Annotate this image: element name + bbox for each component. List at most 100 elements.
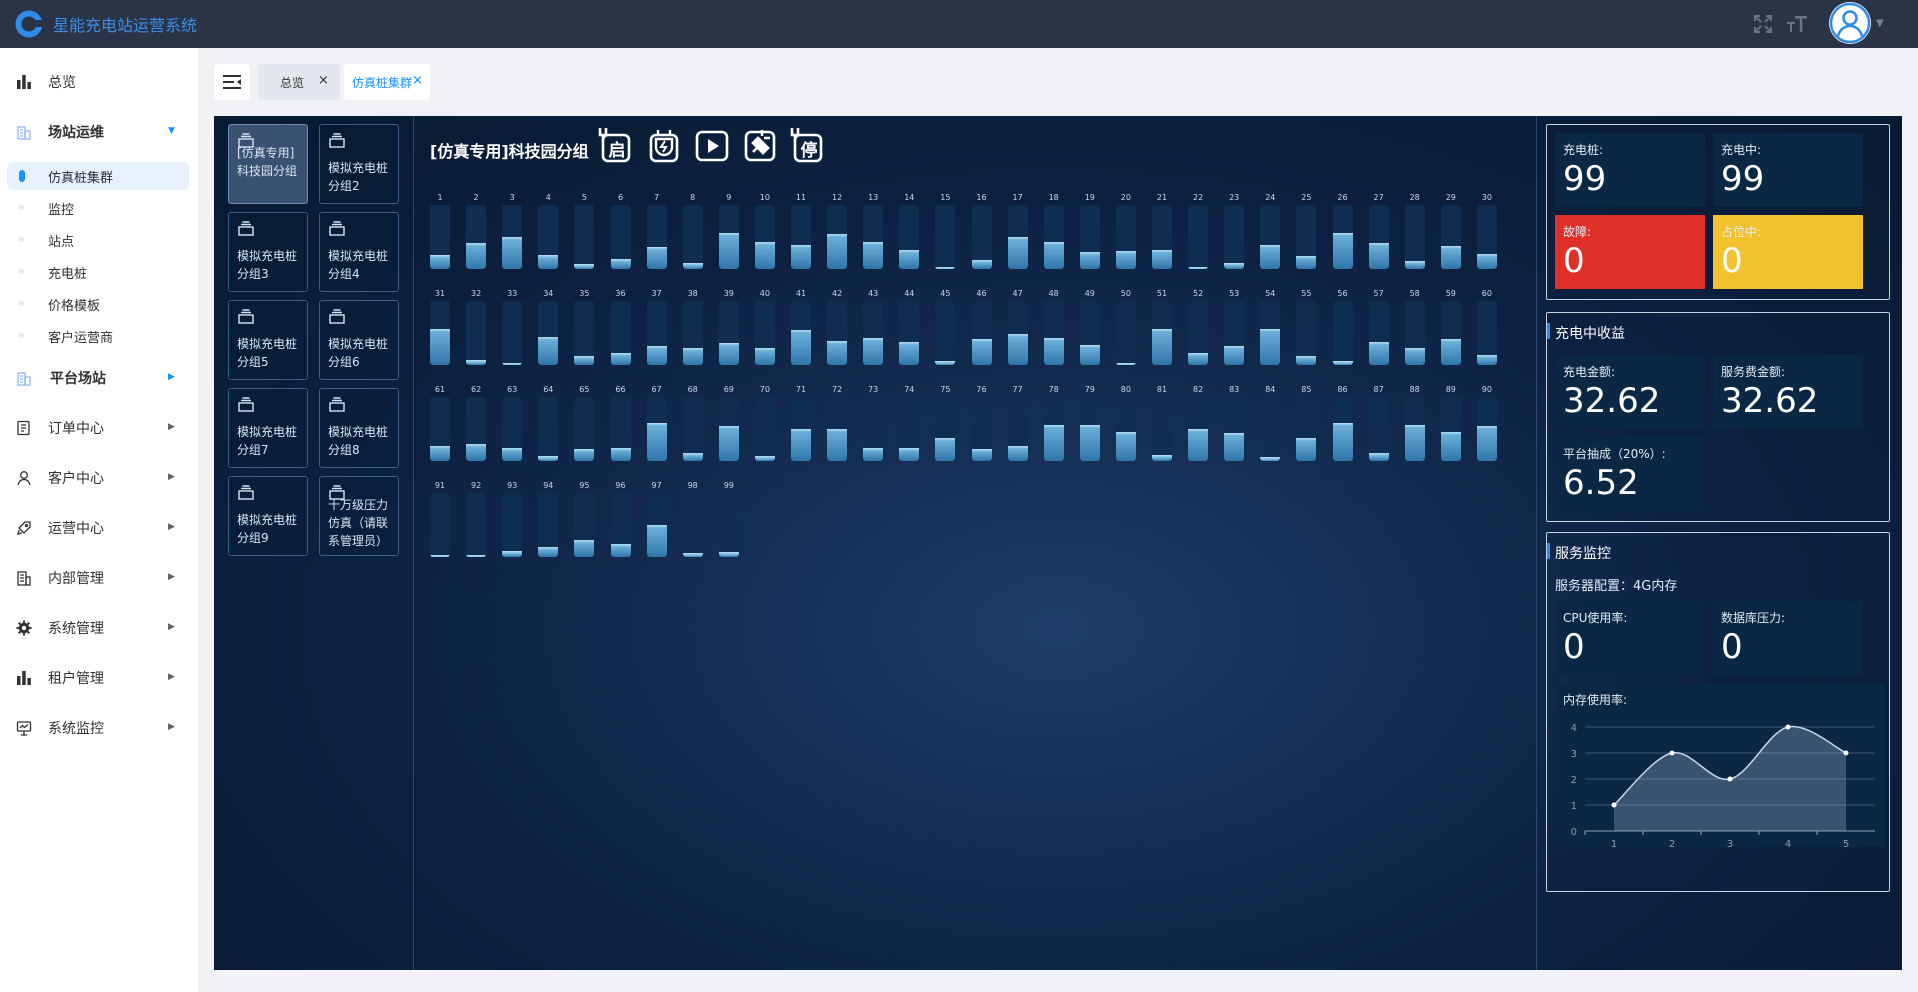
charging-pile[interactable]: 12 [827, 191, 848, 269]
menu-tenant-mgmt[interactable]: 租户管理 ▶ [0, 658, 198, 698]
tab-sim-cluster[interactable]: 仿真桩集群 × [344, 64, 430, 100]
charging-pile[interactable]: 87 [1368, 383, 1389, 461]
charging-pile[interactable]: 28 [1404, 191, 1425, 269]
charging-pile[interactable]: 17 [1007, 191, 1028, 269]
charging-pile[interactable]: 93 [502, 479, 523, 557]
caret-down-icon[interactable]: ▼ [1876, 18, 1884, 29]
menu-order-center[interactable]: 订单中心 ▶ [0, 408, 198, 448]
charging-pile[interactable]: 14 [899, 191, 920, 269]
charging-pile[interactable]: 35 [574, 287, 595, 365]
charging-pile[interactable]: 34 [538, 287, 559, 365]
menu-overview[interactable]: 总览 [0, 62, 198, 102]
group-card[interactable]: 模拟充电桩分组2 [319, 124, 399, 204]
group-card[interactable]: 模拟充电桩分组7 [228, 388, 308, 468]
charging-pile[interactable]: 78 [1043, 383, 1064, 461]
menu-system-monitor[interactable]: 系统监控 ▶ [0, 708, 198, 748]
charging-pile[interactable]: 54 [1260, 287, 1281, 365]
charging-pile[interactable]: 11 [791, 191, 811, 269]
user-avatar[interactable] [1829, 2, 1871, 44]
charging-pile[interactable]: 48 [1043, 287, 1064, 365]
charging-pile[interactable]: 89 [1440, 383, 1461, 461]
charging-pile[interactable]: 82 [1188, 383, 1209, 461]
charging-pile[interactable]: 9 [718, 191, 739, 269]
charging-pile[interactable]: 79 [1079, 383, 1100, 461]
charging-pile[interactable]: 29 [1440, 191, 1461, 269]
charging-pile[interactable]: 15 [935, 191, 956, 269]
charging-pile[interactable]: 22 [1188, 191, 1209, 269]
sub-item-site[interactable]: 站点 [7, 226, 189, 254]
sub-item-charger[interactable]: 充电桩 [7, 258, 189, 286]
charging-pile[interactable]: 4 [538, 191, 559, 269]
menu-station-ops[interactable]: 场站运维 ▼ [0, 112, 198, 152]
charging-pile[interactable]: 18 [1043, 191, 1064, 269]
group-card[interactable]: 模拟充电桩分组8 [319, 388, 399, 468]
group-card[interactable]: 模拟充电桩分组6 [319, 300, 399, 380]
group-card[interactable]: 模拟充电桩分组4 [319, 212, 399, 292]
charging-pile[interactable]: 95 [574, 479, 595, 557]
charging-pile[interactable]: 23 [1224, 191, 1245, 269]
charging-pile[interactable]: 73 [863, 383, 884, 461]
charging-pile[interactable]: 90 [1476, 383, 1497, 461]
charging-pile[interactable]: 52 [1188, 287, 1209, 365]
charging-pile[interactable]: 77 [1007, 383, 1028, 461]
charging-pile[interactable]: 47 [1007, 287, 1028, 365]
charging-pile[interactable]: 75 [935, 383, 956, 461]
charging-pile[interactable]: 41 [791, 287, 811, 365]
charging-pile[interactable]: 53 [1224, 287, 1245, 365]
charging-pile[interactable]: 8 [682, 191, 703, 269]
sub-item-monitor[interactable]: 监控 [7, 194, 189, 222]
charging-pile[interactable]: 85 [1296, 383, 1317, 461]
charging-pile[interactable]: 71 [791, 383, 811, 461]
menu-platform-station[interactable]: 平台场站 ▶ [0, 358, 198, 398]
charging-pile[interactable]: 39 [718, 287, 739, 365]
menu-ops-center[interactable]: 运营中心 ▶ [0, 508, 198, 548]
charging-pile[interactable]: 20 [1115, 191, 1136, 269]
charging-pile[interactable]: 31 [430, 287, 450, 365]
font-size-icon[interactable] [1786, 13, 1808, 35]
charging-pile[interactable]: 50 [1115, 287, 1136, 365]
group-card[interactable]: 模拟充电桩分组5 [228, 300, 308, 380]
charging-pile[interactable]: 24 [1260, 191, 1281, 269]
charging-pile[interactable]: 43 [863, 287, 884, 365]
sub-item-customer-operator[interactable]: 客户运营商 [7, 322, 189, 350]
charging-pile[interactable]: 81 [1152, 383, 1172, 461]
charging-pile[interactable]: 61 [430, 383, 450, 461]
charging-pile[interactable]: 96 [610, 479, 631, 557]
charging-pile[interactable]: 3 [502, 191, 523, 269]
charging-pile[interactable]: 45 [935, 287, 956, 365]
charging-pile[interactable]: 60 [1476, 287, 1497, 365]
charging-pile[interactable]: 38 [682, 287, 703, 365]
tab-overview[interactable]: 总览 × [258, 64, 340, 100]
charging-pile[interactable]: 25 [1296, 191, 1317, 269]
charging-pile[interactable]: 58 [1404, 287, 1425, 365]
charging-pile[interactable]: 21 [1152, 191, 1172, 269]
charging-pile[interactable]: 57 [1368, 287, 1389, 365]
charging-pile[interactable]: 36 [610, 287, 631, 365]
plug-stop-icon[interactable]: 停 [788, 126, 826, 164]
charging-pile[interactable]: 19 [1079, 191, 1100, 269]
charging-pile[interactable]: 13 [863, 191, 884, 269]
group-card[interactable]: [仿真专用]科技园分组 [228, 124, 308, 204]
charging-pile[interactable]: 80 [1115, 383, 1136, 461]
charging-pile[interactable]: 10 [754, 191, 775, 269]
charging-pile[interactable]: 16 [971, 191, 992, 269]
group-card[interactable]: 模拟充电桩分组9 [228, 476, 308, 556]
charging-pile[interactable]: 99 [718, 479, 739, 557]
charging-pile[interactable]: 1 [430, 191, 450, 269]
menu-internal-mgmt[interactable]: 内部管理 ▶ [0, 558, 198, 598]
charging-pile[interactable]: 62 [466, 383, 487, 461]
charging-pile[interactable]: 68 [682, 383, 703, 461]
charging-pile[interactable]: 98 [682, 479, 703, 557]
plug-lightning-icon[interactable] [644, 126, 682, 164]
charging-pile[interactable]: 2 [466, 191, 487, 269]
charging-pile[interactable]: 55 [1296, 287, 1317, 365]
charging-pile[interactable]: 92 [466, 479, 487, 557]
sub-item-price-template[interactable]: 价格模板 [7, 290, 189, 318]
sub-item-sim-cluster[interactable]: 仿真桩集群 [7, 162, 189, 190]
charging-pile[interactable]: 5 [574, 191, 595, 269]
charging-pile[interactable]: 37 [646, 287, 667, 365]
charging-pile[interactable]: 44 [899, 287, 920, 365]
charging-pile[interactable]: 88 [1404, 383, 1425, 461]
charging-pile[interactable]: 86 [1332, 383, 1353, 461]
charging-pile[interactable]: 70 [754, 383, 775, 461]
